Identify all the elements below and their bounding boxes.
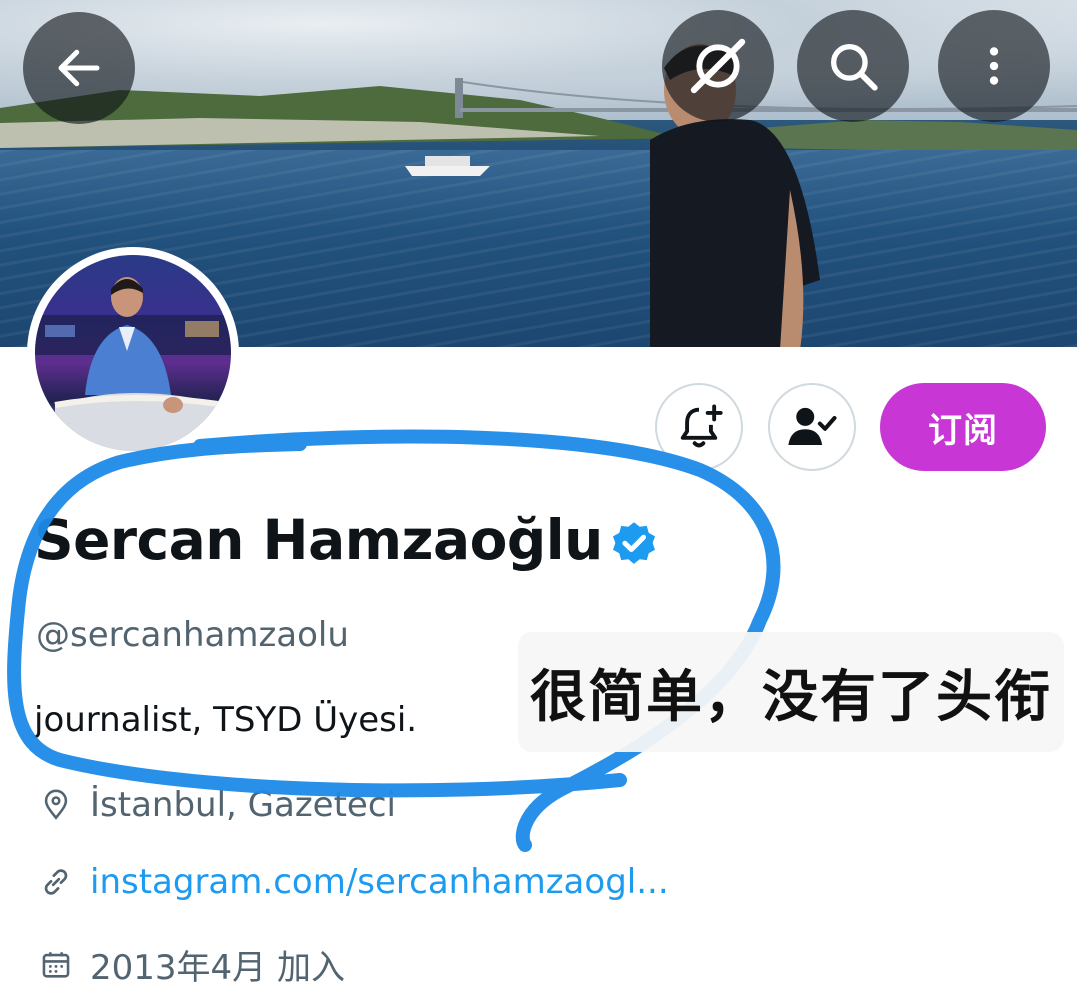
arrow-left-icon <box>58 49 100 87</box>
joined-text: 2013年4月 加入 <box>90 948 345 988</box>
profile-bio: journalist, TSYD Üyesi. <box>34 700 418 740</box>
location-text: İstanbul, Gazeteci <box>90 785 396 825</box>
verified-badge-icon <box>612 522 656 564</box>
person-check-icon <box>788 407 837 445</box>
search-button[interactable] <box>797 10 909 122</box>
profile-display-name: Sercan Hamzaoğlu <box>34 508 603 572</box>
more-options-button[interactable] <box>938 10 1050 122</box>
notifications-button[interactable] <box>655 383 743 471</box>
calendar-icon <box>36 945 76 985</box>
location-pin-icon <box>36 785 76 825</box>
subscribe-button[interactable]: 订阅 <box>880 383 1046 471</box>
avatar-photo <box>35 255 231 451</box>
back-button[interactable] <box>23 12 135 124</box>
more-vertical-icon <box>989 47 999 85</box>
following-button[interactable] <box>768 383 856 471</box>
profile-joined: 2013年4月 加入 <box>36 940 345 989</box>
website-link[interactable]: instagram.com/sercanhamzaogl... <box>90 862 669 902</box>
annotation-note: 很简单，没有了头衔 <box>518 632 1064 752</box>
profile-website[interactable]: instagram.com/sercanhamzaogl... <box>36 862 669 902</box>
grok-icon <box>690 38 746 94</box>
banner-shoreline <box>0 78 1077 154</box>
bell-plus-icon <box>680 404 723 448</box>
link-icon <box>36 862 76 902</box>
profile-handle: @sercanhamzaolu <box>36 615 349 655</box>
grok-button[interactable] <box>662 10 774 122</box>
boat <box>405 156 490 176</box>
avatar-studio-scene <box>35 277 231 451</box>
search-icon <box>831 44 878 91</box>
profile-location: İstanbul, Gazeteci <box>36 785 396 825</box>
avatar[interactable] <box>27 247 239 459</box>
